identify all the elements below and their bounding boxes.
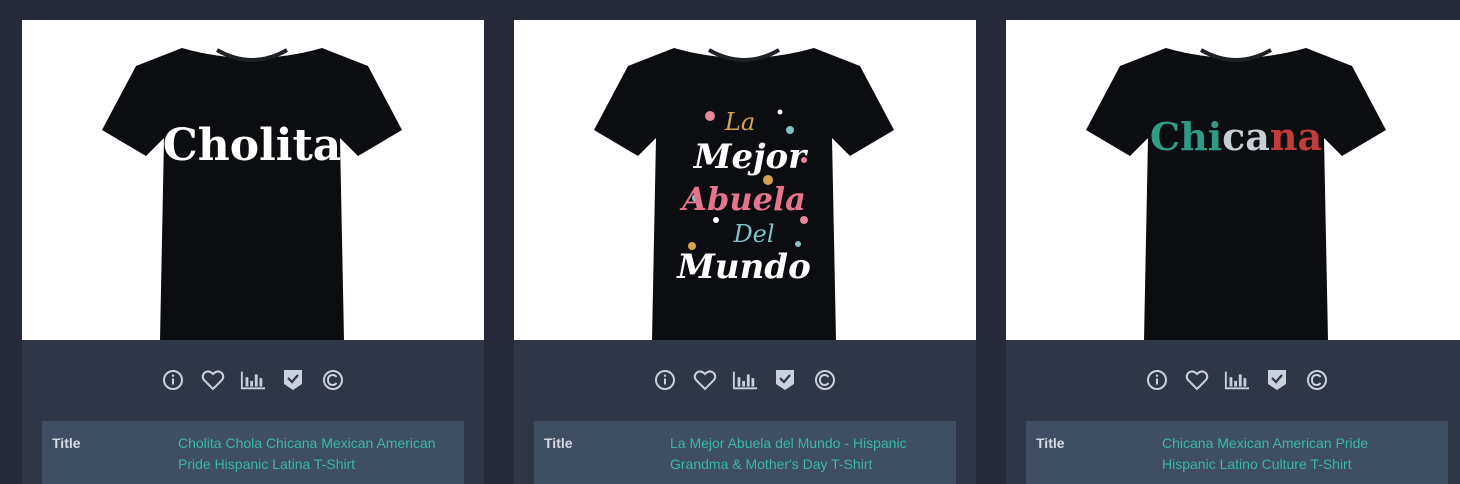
info-icon[interactable]	[652, 367, 678, 393]
product-card: La Mejor Abuela Del Mundo Title La Mejor…	[514, 20, 976, 484]
product-details: Title Chicana Mexican American Pride His…	[1026, 421, 1448, 484]
shirt-print-part: ca	[1222, 114, 1270, 159]
product-details: Title La Mejor Abuela del Mundo - Hispan…	[534, 421, 956, 484]
product-title-link[interactable]: Chicana Mexican American Pride Hispanic …	[1162, 433, 1438, 475]
shirt-print-line: Del	[732, 220, 774, 248]
shirt-print-line: Mejor	[693, 137, 808, 177]
info-icon[interactable]	[1144, 367, 1170, 393]
shield-check-icon[interactable]	[772, 367, 798, 393]
title-row: Title Cholita Chola Chicana Mexican Amer…	[42, 421, 464, 484]
heart-icon[interactable]	[200, 367, 226, 393]
product-details: Title Cholita Chola Chicana Mexican Amer…	[42, 421, 464, 484]
heart-icon[interactable]	[692, 367, 718, 393]
tshirt-graphic: Cholita	[102, 48, 402, 340]
product-card: Chicana Title Chicana Mexican American P…	[1006, 20, 1460, 484]
product-image[interactable]: La Mejor Abuela Del Mundo	[514, 20, 976, 340]
title-row: Title Chicana Mexican American Pride His…	[1026, 421, 1448, 484]
info-icon[interactable]	[160, 367, 186, 393]
product-grid: Cholita Title Cholita Chola Chicana Mexi…	[0, 0, 1460, 484]
bar-chart-icon[interactable]	[240, 367, 266, 393]
product-image[interactable]: Chicana	[1006, 20, 1460, 340]
action-icons	[514, 365, 976, 395]
title-row: Title La Mejor Abuela del Mundo - Hispan…	[534, 421, 956, 484]
title-label: Title	[52, 435, 81, 451]
shield-check-icon[interactable]	[1264, 367, 1290, 393]
heart-icon[interactable]	[1184, 367, 1210, 393]
shirt-print-text: Chicana	[1150, 114, 1322, 159]
copyright-icon[interactable]	[1304, 367, 1330, 393]
copyright-icon[interactable]	[812, 367, 838, 393]
shirt-print-line: La	[724, 108, 755, 136]
product-image[interactable]: Cholita	[22, 20, 484, 340]
shirt-print-text: Cholita	[163, 120, 342, 171]
tshirt-graphic: La Mejor Abuela Del Mundo	[594, 48, 894, 340]
product-title-link[interactable]: Cholita Chola Chicana Mexican American P…	[178, 433, 454, 475]
shield-check-icon[interactable]	[280, 367, 306, 393]
action-icons	[22, 365, 484, 395]
bar-chart-icon[interactable]	[732, 367, 758, 393]
action-icons	[1006, 365, 1460, 395]
product-card: Cholita Title Cholita Chola Chicana Mexi…	[22, 20, 484, 484]
title-label: Title	[544, 435, 573, 451]
bar-chart-icon[interactable]	[1224, 367, 1250, 393]
shirt-print-part: Chi	[1150, 114, 1222, 159]
shirt-print-part: na	[1270, 114, 1322, 159]
product-title-link[interactable]: La Mejor Abuela del Mundo - Hispanic Gra…	[670, 433, 946, 475]
tshirt-graphic: Chicana	[1086, 48, 1386, 340]
copyright-icon[interactable]	[320, 367, 346, 393]
title-label: Title	[1036, 435, 1065, 451]
shirt-print-line: Mundo	[676, 247, 811, 287]
shirt-print-line: Abuela	[679, 180, 806, 218]
